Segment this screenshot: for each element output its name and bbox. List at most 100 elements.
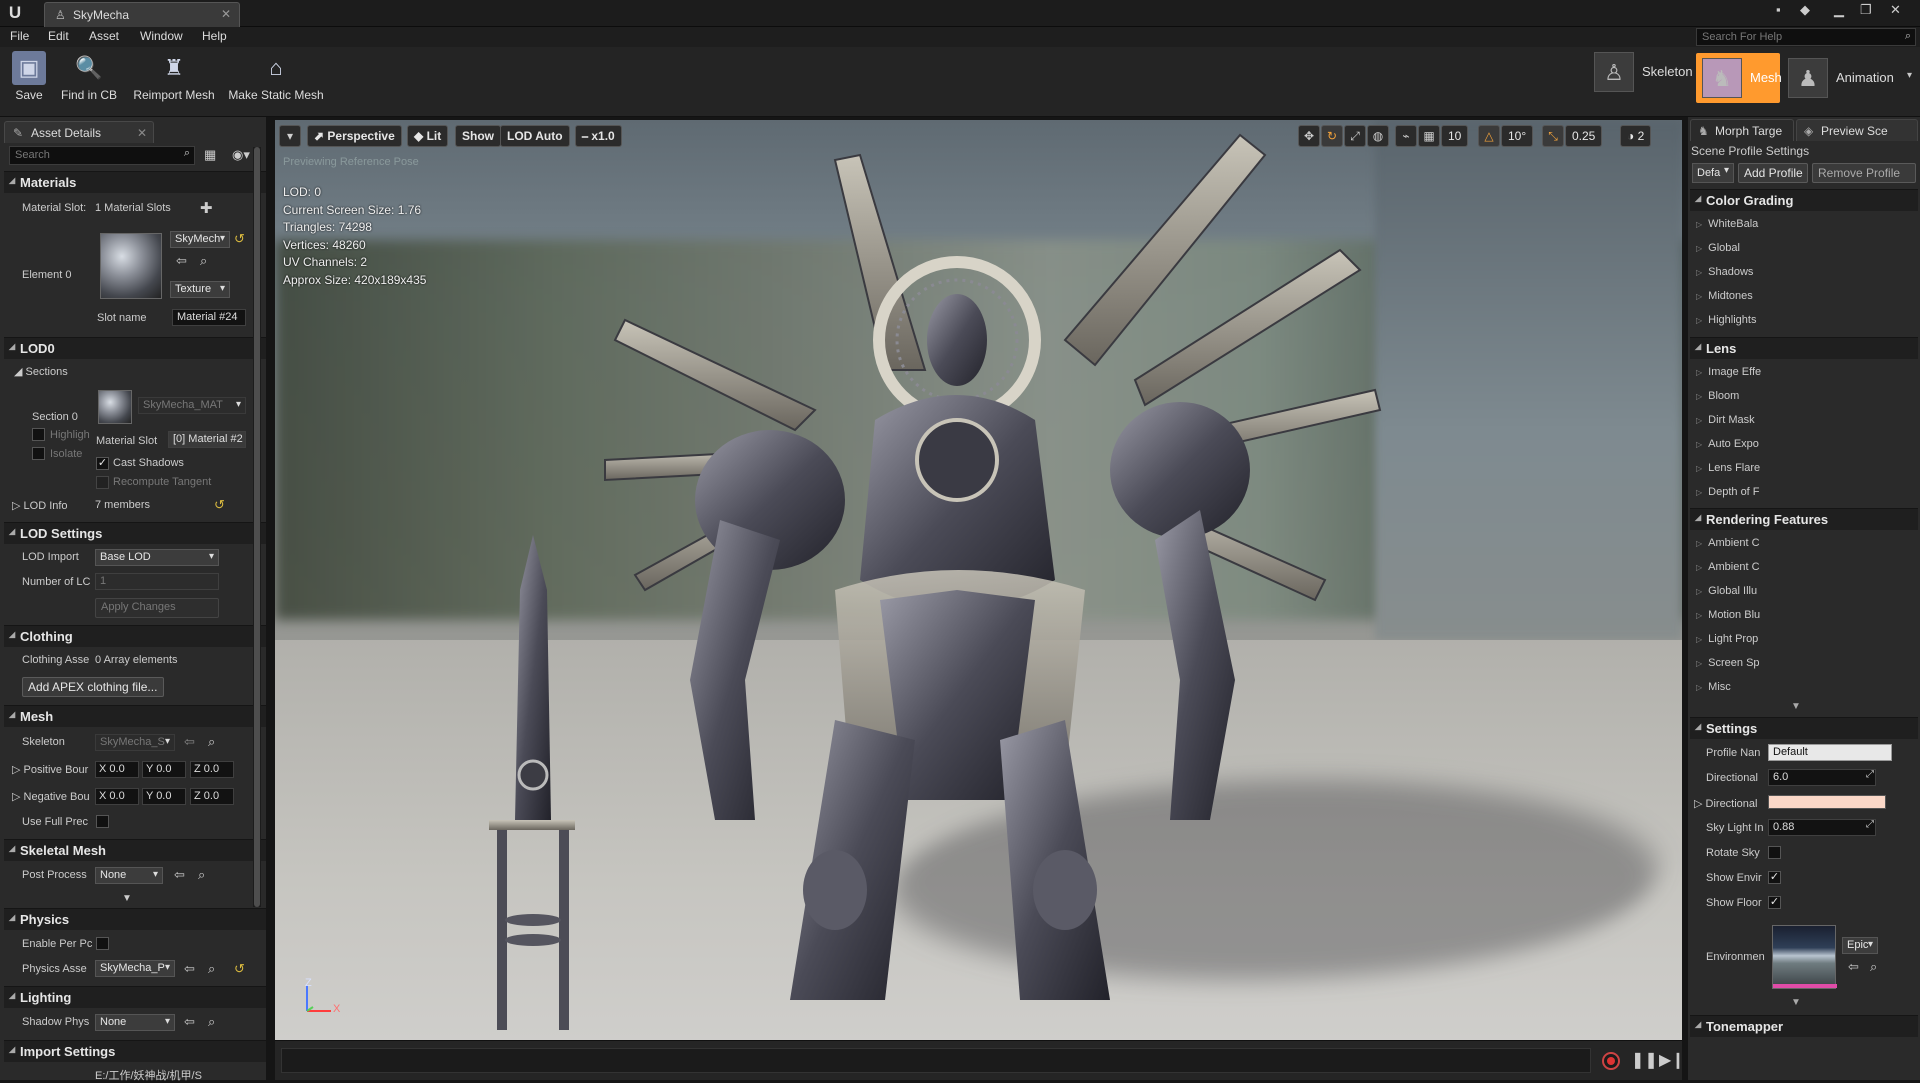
category-lighting[interactable]: Lighting xyxy=(4,986,266,1008)
positive-bounds-x[interactable]: X 0.0 xyxy=(95,761,139,778)
lens-auto-exposure[interactable]: Auto Expo xyxy=(1696,438,1759,450)
menu-asset[interactable]: Asset xyxy=(89,29,119,43)
lod-import-combo[interactable]: Base LOD xyxy=(95,549,219,566)
lens-image-effects[interactable]: Image Effe xyxy=(1696,366,1761,378)
positive-bounds-y[interactable]: Y 0.0 xyxy=(142,761,186,778)
scale-snap-value[interactable]: 0.25 xyxy=(1565,125,1603,147)
texture-combo[interactable]: Texture xyxy=(170,281,230,298)
scale-icon[interactable]: ⤢ xyxy=(1344,125,1366,147)
viewport[interactable]: ▾ ⬈ Perspective ◆ Lit Show LOD Auto ⎯ x1… xyxy=(275,120,1682,1040)
rotate-sky-checkbox[interactable] xyxy=(1768,846,1781,859)
section-material-thumbnail[interactable] xyxy=(98,390,132,424)
use-selected-arrow-icon[interactable]: ⇦ xyxy=(184,961,195,977)
material-thumbnail[interactable] xyxy=(100,233,162,299)
category-skeletal-mesh[interactable]: Skeletal Mesh xyxy=(4,839,266,861)
close-tab-icon[interactable]: ✕ xyxy=(137,126,147,140)
rotation-snap-icon[interactable]: △ xyxy=(1478,125,1500,147)
sky-light-intensity-field[interactable]: 0.88 xyxy=(1768,819,1876,836)
reset-to-default-icon[interactable]: ↺ xyxy=(234,961,245,977)
lod-info-label[interactable]: ▷ LOD Info xyxy=(12,499,68,512)
directional-intensity-field[interactable]: 6.0 xyxy=(1768,769,1876,786)
lens-dirt-mask[interactable]: Dirt Mask xyxy=(1696,414,1754,426)
negative-bounds-x[interactable]: X 0.0 xyxy=(95,788,139,805)
make-static-mesh-button[interactable]: ⌂ Make Static Mesh xyxy=(224,51,328,113)
rotate-icon[interactable]: ↻ xyxy=(1321,125,1343,147)
browse-search-icon[interactable]: ⌕ xyxy=(208,961,215,977)
cast-shadows-checkbox[interactable]: ✓ xyxy=(96,457,109,470)
rendering-misc[interactable]: Misc xyxy=(1696,681,1731,693)
property-matrix-icon[interactable]: ▦ xyxy=(204,147,216,163)
menu-help[interactable]: Help xyxy=(202,29,227,43)
close-tab-icon[interactable]: ✕ xyxy=(221,7,231,21)
category-color-grading[interactable]: Color Grading xyxy=(1690,189,1918,211)
advanced-expand-icon[interactable]: ▼ xyxy=(1791,997,1801,1008)
add-profile-button[interactable]: Add Profile xyxy=(1738,163,1808,183)
category-mesh[interactable]: Mesh xyxy=(4,705,266,727)
record-button[interactable] xyxy=(1602,1052,1620,1070)
lod-auto-button[interactable]: LOD Auto xyxy=(500,125,570,147)
environment-cubemap-thumbnail[interactable] xyxy=(1772,925,1837,989)
lens-bloom[interactable]: Bloom xyxy=(1696,390,1739,402)
close-window-icon[interactable]: ✕ xyxy=(1890,2,1901,18)
post-process-combo[interactable]: None xyxy=(95,867,163,884)
notification-icon[interactable]: ▪ xyxy=(1776,2,1781,17)
visibility-eye-icon[interactable]: ◉▾ xyxy=(232,147,250,163)
browse-search-icon[interactable]: ⌕ xyxy=(208,1014,215,1030)
skeleton-combo[interactable]: SkyMecha_S xyxy=(95,734,175,751)
document-tab[interactable]: ♙ SkyMecha ✕ xyxy=(44,2,240,27)
category-materials[interactable]: Materials xyxy=(4,171,266,193)
use-selected-arrow-icon[interactable]: ⇦ xyxy=(1848,959,1859,975)
slot-name-field[interactable]: Material #24 xyxy=(172,309,246,326)
browse-search-icon[interactable]: ⌕ xyxy=(200,253,207,269)
grid-snap-value[interactable]: 10 xyxy=(1441,125,1469,147)
directional-color-label[interactable]: ▷ Directional xyxy=(1694,797,1757,810)
restore-icon[interactable]: ❐ xyxy=(1860,2,1872,18)
positive-bounds-z[interactable]: Z 0.0 xyxy=(190,761,234,778)
use-full-precision-checkbox[interactable] xyxy=(96,815,109,828)
apply-changes-button[interactable]: Apply Changes xyxy=(95,598,219,618)
tab-morph-targets[interactable]: ♞ Morph Targe xyxy=(1690,119,1794,141)
isolate-checkbox[interactable] xyxy=(32,447,45,460)
color-grading-shadows[interactable]: Shadows xyxy=(1696,266,1753,278)
color-grading-midtones[interactable]: Midtones xyxy=(1696,290,1753,302)
rendering-ambient-occlusion[interactable]: Ambient C xyxy=(1696,561,1759,573)
reset-to-default-icon[interactable]: ↺ xyxy=(214,497,225,513)
browse-search-icon[interactable]: ⌕ xyxy=(198,867,205,883)
menu-file[interactable]: File xyxy=(10,29,29,43)
highlight-checkbox[interactable] xyxy=(32,428,45,441)
scale-snap-icon[interactable]: ⤡ xyxy=(1542,125,1564,147)
lens-lens-flare[interactable]: Lens Flare xyxy=(1696,462,1760,474)
grid-snap-icon[interactable]: ▦ xyxy=(1418,125,1440,147)
category-lod0[interactable]: LOD0 xyxy=(4,337,266,359)
step-forward-icon[interactable]: ▶❙ xyxy=(1659,1050,1685,1070)
add-icon[interactable]: ✚ xyxy=(200,199,213,217)
category-lens[interactable]: Lens xyxy=(1690,337,1918,359)
enable-per-poly-checkbox[interactable] xyxy=(96,937,109,950)
category-physics[interactable]: Physics xyxy=(4,908,266,930)
translate-icon[interactable]: ✥ xyxy=(1298,125,1320,147)
environment-cubemap-combo[interactable]: Epic xyxy=(1842,937,1878,954)
menu-edit[interactable]: Edit xyxy=(48,29,69,43)
surface-snap-icon[interactable]: ⌁ xyxy=(1395,125,1417,147)
tab-asset-details[interactable]: ✎ Asset Details ✕ xyxy=(4,121,154,143)
reimport-mesh-button[interactable]: ♜ Reimport Mesh xyxy=(128,51,220,113)
mode-animation[interactable]: ♟ Animation ▾ xyxy=(1782,53,1916,103)
rotation-snap-value[interactable]: 10° xyxy=(1501,125,1534,147)
save-button[interactable]: ▣ Save xyxy=(6,51,52,113)
pause-icon[interactable]: ❚❚ xyxy=(1631,1050,1658,1070)
category-rendering-features[interactable]: Rendering Features xyxy=(1690,508,1918,530)
mode-skeleton[interactable]: ♙ Skeleton xyxy=(1588,47,1694,97)
minimize-icon[interactable]: ▁ xyxy=(1834,2,1844,18)
chevron-down-icon[interactable]: ▾ xyxy=(1907,70,1912,81)
use-selected-arrow-icon[interactable]: ⇦ xyxy=(176,253,187,269)
add-apex-clothing-button[interactable]: Add APEX clothing file... xyxy=(22,677,164,697)
timeline-scrub-bar[interactable] xyxy=(281,1048,1591,1073)
color-grading-whitebalance[interactable]: WhiteBala xyxy=(1696,218,1758,230)
use-selected-arrow-icon[interactable]: ⇦ xyxy=(184,1014,195,1030)
shadow-physics-combo[interactable]: None xyxy=(95,1014,175,1031)
rendering-global-illumination[interactable]: Global Illu xyxy=(1696,585,1757,597)
viewport-options-button[interactable]: ▾ xyxy=(279,125,301,147)
browse-search-icon[interactable]: ⌕ xyxy=(1870,959,1877,975)
reset-to-default-icon[interactable]: ↺ xyxy=(234,231,245,247)
browse-search-icon[interactable]: ⌕ xyxy=(208,734,215,750)
